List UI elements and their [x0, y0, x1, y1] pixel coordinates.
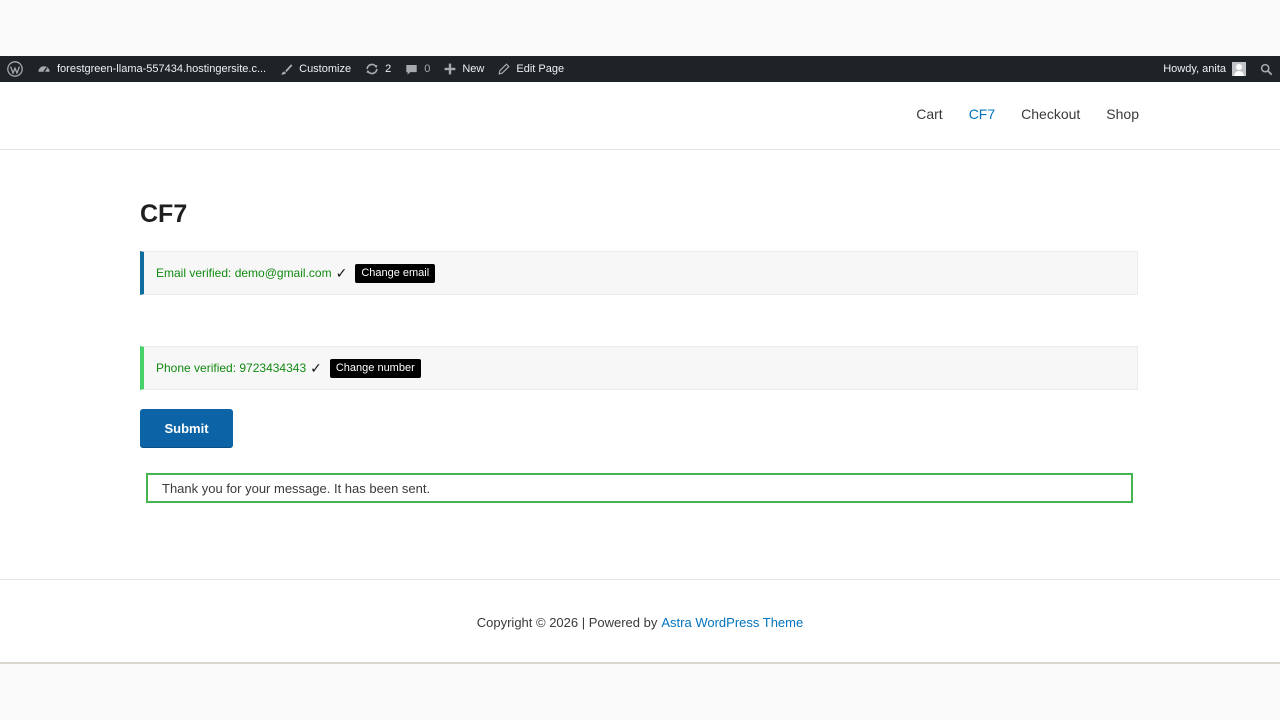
comments-link[interactable]: 0	[398, 56, 437, 82]
email-verified-notice: Email verified: demo@gmail.com ✓ Change …	[140, 251, 1138, 295]
change-number-button[interactable]: Change number	[329, 358, 421, 378]
plus-icon	[444, 63, 456, 75]
copyright-text: Copyright © 2026 | Powered by	[476, 614, 658, 630]
wp-admin-bar: forestgreen-llama-557434.hostingersite.c…	[0, 56, 1280, 82]
page-title: CF7	[140, 200, 188, 228]
edit-page-link[interactable]: Edit Page	[491, 56, 571, 82]
nav-item-cart[interactable]: Cart	[916, 106, 942, 122]
nav-item-cf7[interactable]: CF7	[969, 106, 995, 122]
comments-count: 0	[424, 63, 431, 75]
admin-search-button[interactable]	[1253, 56, 1280, 82]
form-response-message: Thank you for your message. It has been …	[146, 473, 1133, 503]
search-icon	[1260, 63, 1273, 75]
account-menu[interactable]: Howdy, anita	[1156, 56, 1253, 82]
site-page: Cart CF7 Checkout Shop CF7 Email verifie…	[0, 82, 1280, 663]
update-arrows-icon	[366, 63, 378, 75]
phone-verified-notice: Phone verified: 9723434343 ✓ Change numb…	[140, 346, 1138, 390]
howdy-label: Howdy, anita	[1163, 63, 1226, 75]
paintbrush-icon	[281, 63, 293, 75]
new-content-link[interactable]: New	[437, 56, 491, 82]
nav-item-checkout[interactable]: Checkout	[1021, 106, 1080, 122]
wordpress-icon	[7, 61, 23, 77]
primary-navigation: Cart CF7 Checkout Shop	[890, 106, 1139, 122]
updates-link[interactable]: 2	[358, 56, 398, 82]
site-header: Cart CF7 Checkout Shop	[0, 82, 1280, 150]
customize-label: Customize	[299, 63, 352, 75]
updates-count: 2	[385, 63, 392, 75]
checkmark-icon: ✓	[310, 359, 322, 376]
pencil-icon	[498, 63, 511, 75]
nav-item-shop[interactable]: Shop	[1106, 106, 1139, 122]
site-name-label: forestgreen-llama-557434.hostingersite.c…	[57, 63, 267, 75]
edit-page-label: Edit Page	[516, 63, 565, 75]
wordpress-logo-button[interactable]	[0, 56, 30, 82]
checkmark-icon: ✓	[335, 264, 348, 281]
avatar	[1232, 62, 1246, 76]
change-email-button[interactable]: Change email	[355, 263, 436, 283]
dashboard-gauge-icon	[38, 66, 50, 73]
submit-button[interactable]: Submit	[140, 409, 233, 447]
site-footer: Copyright © 2026 | Powered by Astra Word…	[0, 579, 1280, 664]
comment-bubble-icon	[406, 64, 417, 75]
theme-credit-link[interactable]: Astra WordPress Theme	[661, 615, 803, 630]
page-bottom-divider	[0, 662, 1280, 664]
customize-link[interactable]: Customize	[273, 56, 358, 82]
email-verified-text: Email verified: demo@gmail.com	[156, 266, 332, 280]
new-label: New	[462, 63, 485, 75]
site-name-link[interactable]: forestgreen-llama-557434.hostingersite.c…	[30, 56, 273, 82]
phone-verified-text: Phone verified: 9723434343	[156, 361, 307, 375]
